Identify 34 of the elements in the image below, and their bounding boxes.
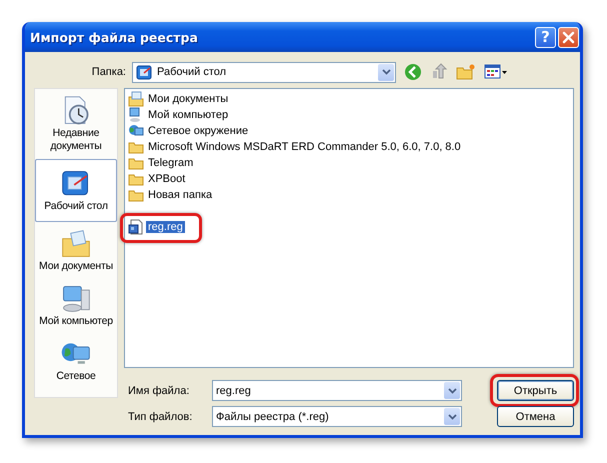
open-button[interactable]: Открыть: [497, 380, 574, 401]
help-button[interactable]: ?: [535, 26, 556, 48]
places-item[interactable]: Мой компьютер: [35, 279, 117, 332]
folder-dropdown[interactable]: Рабочий стол: [132, 62, 396, 82]
places-item[interactable]: Рабочий стол: [35, 159, 117, 222]
new-folder-icon[interactable]: [456, 63, 476, 81]
folder-icon: [60, 228, 92, 260]
documents-folder-icon: [128, 91, 144, 107]
places-item[interactable]: Сетевое: [35, 334, 117, 387]
file-name-label: Имя файла:: [127, 384, 190, 396]
up-folder-icon[interactable]: [430, 63, 448, 81]
window-title: Импорт файла реестра: [30, 30, 199, 44]
file-type-dropdown[interactable]: Файлы реестра (*.reg): [212, 406, 462, 427]
file-item[interactable]: XPBoot: [146, 173, 188, 185]
folder-label: Папка:: [90, 66, 126, 78]
file-type-label: Тип файлов:: [127, 410, 194, 422]
close-icon: [562, 30, 575, 44]
file-item[interactable]: Telegram: [146, 157, 196, 169]
file-item[interactable]: Сетевое окружение: [146, 125, 250, 137]
places-item[interactable]: Мои документы: [35, 224, 117, 277]
places-item[interactable]: Недавние документы: [35, 91, 117, 157]
file-item[interactable]: Новая папка: [146, 189, 214, 201]
file-item[interactable]: reg.reg: [146, 221, 185, 233]
file-item[interactable]: Microsoft Windows MSDaRT ERD Commander 5.0, 6.0, 7.0, 8.0: [146, 141, 463, 153]
close-button[interactable]: [558, 26, 579, 48]
back-icon[interactable]: [404, 63, 422, 81]
registry-file-icon: [128, 219, 144, 235]
desktop-icon: [136, 64, 153, 80]
file-name-field[interactable]: reg.reg: [212, 380, 462, 401]
file-item[interactable]: Мой компьютер: [146, 109, 230, 121]
view-menu-icon[interactable]: [484, 63, 508, 81]
cancel-button[interactable]: Отмена: [497, 406, 574, 427]
file-item[interactable]: Мои документы: [146, 93, 230, 105]
computer-icon: [60, 283, 92, 315]
